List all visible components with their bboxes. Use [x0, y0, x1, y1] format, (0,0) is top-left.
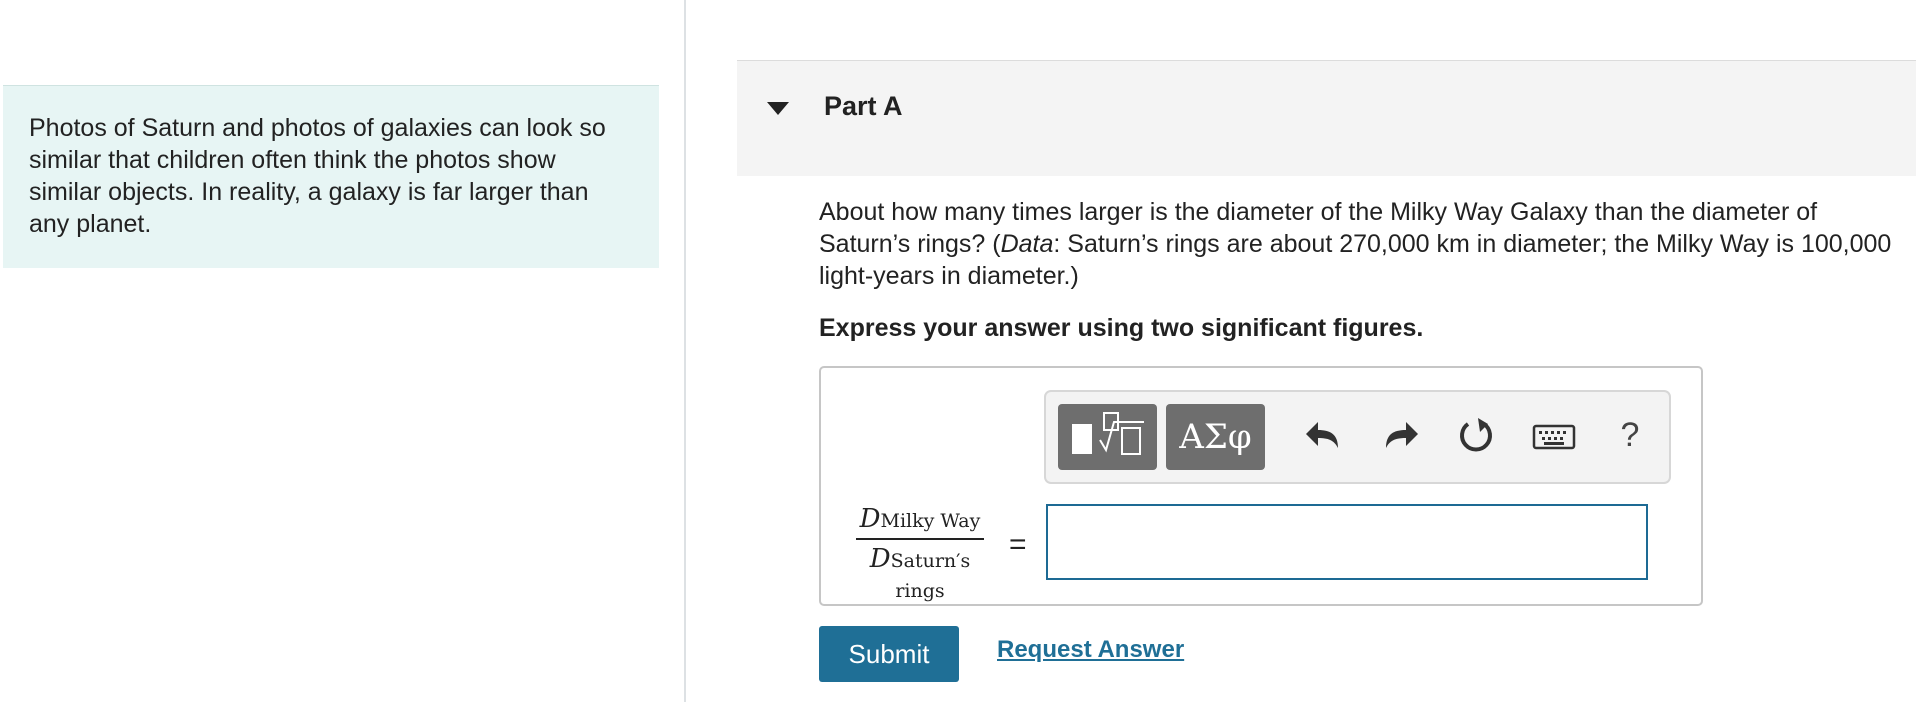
keyboard-icon[interactable]	[1530, 410, 1578, 460]
column-divider	[684, 0, 686, 702]
request-answer-link[interactable]: Request Answer	[997, 636, 1184, 664]
question-text: About how many times larger is the diame…	[819, 196, 1909, 292]
caret-down-icon[interactable]	[767, 102, 789, 115]
reset-icon[interactable]	[1454, 410, 1498, 460]
submit-button[interactable]: Submit	[819, 626, 959, 682]
answer-box: ΑΣφ ? DMilky Way DSaturn′s rings =	[819, 366, 1703, 606]
part-title: Part A	[824, 91, 903, 121]
fraction-numerator: DMilky Way	[855, 504, 985, 540]
ratio-fraction: DMilky Way DSaturn′s rings	[845, 504, 995, 604]
equals-sign: =	[1009, 528, 1027, 561]
undo-icon[interactable]	[1302, 410, 1346, 460]
fraction-denominator: DSaturn′s rings	[869, 544, 971, 602]
part-a-header[interactable]: Part A	[737, 60, 1916, 176]
help-button[interactable]: ?	[1608, 410, 1652, 460]
answer-instruction: Express your answer using two significan…	[819, 314, 1424, 342]
math-toolbar: ΑΣφ ?	[1044, 390, 1671, 484]
templates-button[interactable]	[1058, 404, 1157, 470]
intro-panel: Photos of Saturn and photos of galaxies …	[3, 85, 659, 268]
question-data-label: Data	[1000, 230, 1054, 258]
intro-text: Photos of Saturn and photos of galaxies …	[29, 114, 606, 238]
redo-icon[interactable]	[1378, 410, 1422, 460]
templates-icon	[1072, 412, 1144, 455]
symbols-button[interactable]: ΑΣφ	[1166, 404, 1265, 470]
answer-input[interactable]	[1046, 504, 1648, 580]
